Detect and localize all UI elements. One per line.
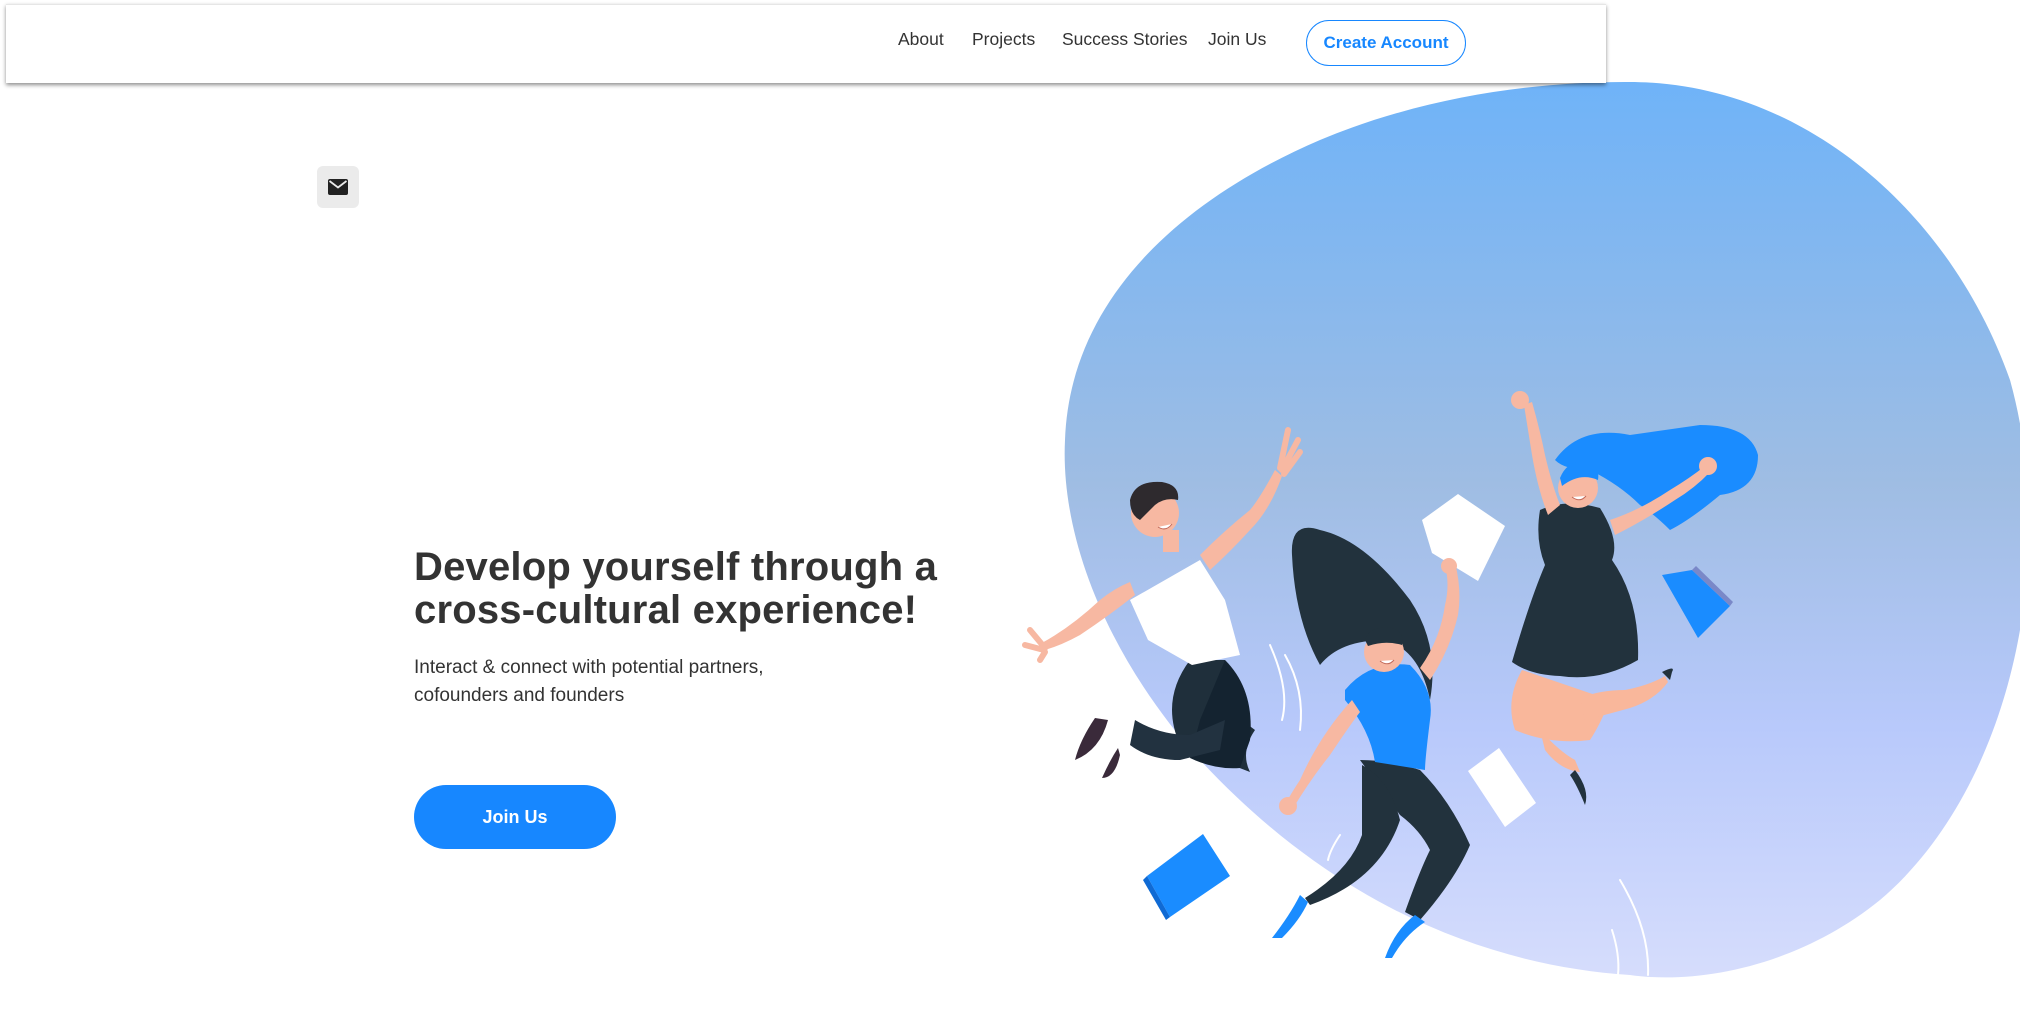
nav-link-success-stories[interactable]: Success Stories [1062,29,1187,50]
hero-subtitle: Interact & connect with potential partne… [414,657,764,706]
nav-link-about[interactable]: About [898,29,944,50]
nav-link-join-us[interactable]: Join Us [1208,29,1266,50]
create-account-button[interactable]: Create Account [1306,20,1466,66]
mail-button[interactable] [317,166,359,208]
nav-link-projects[interactable]: Projects [972,29,1035,50]
main-nav: About Projects Success Stories Join Us C… [6,5,1606,83]
landing-page: About Projects Success Stories Join Us C… [0,0,2020,1022]
hero-title: Develop yourself through a cross-cultura… [414,545,938,632]
mail-icon [328,179,348,195]
top-navbar: About Projects Success Stories Join Us C… [6,4,1606,83]
three-people-jumping-illustration [1022,81,2020,978]
join-us-button[interactable]: Join Us [414,785,616,849]
